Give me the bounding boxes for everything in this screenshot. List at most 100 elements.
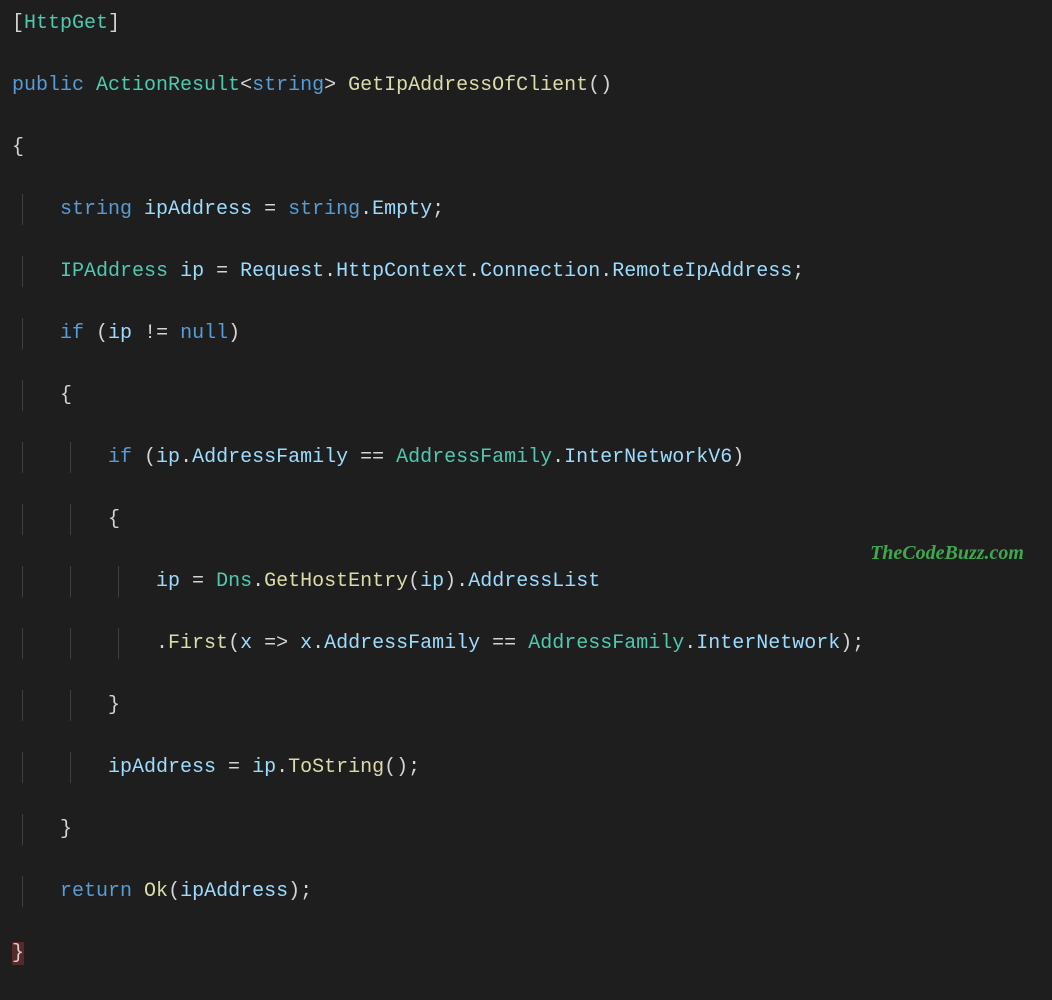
paren-close-semi: );: [288, 880, 312, 903]
watermark-text: TheCodeBuzz.com: [870, 538, 1024, 569]
var-ip: ip: [156, 446, 180, 469]
arg-ip: ip: [420, 570, 444, 593]
prop-remoteip: RemoteIpAddress: [612, 260, 792, 283]
string-kw: string: [288, 198, 360, 221]
angle-close: >: [324, 74, 336, 97]
keyword-public: public: [12, 74, 84, 97]
op-eq: =: [204, 260, 240, 283]
code-line: public ActionResult<string> GetIpAddress…: [12, 70, 1040, 101]
space: [132, 880, 144, 903]
paren-close: ): [228, 322, 240, 345]
op-eq: =: [180, 570, 216, 593]
paren-open: (: [228, 632, 240, 655]
keyword-if: if: [60, 322, 84, 345]
brace-close: }: [108, 694, 120, 717]
dot: .: [552, 446, 564, 469]
code-line: }: [12, 814, 1040, 845]
method-gethostentry: GetHostEntry: [264, 570, 408, 593]
prop-httpcontext: HttpContext: [336, 260, 468, 283]
dot: .: [360, 198, 372, 221]
code-line: return Ok(ipAddress);: [12, 876, 1040, 907]
enum-inet: InterNetwork: [696, 632, 840, 655]
semi: ;: [792, 260, 804, 283]
type-dns: Dns: [216, 570, 252, 593]
prop-addresslist: AddressList: [468, 570, 600, 593]
parens-semi: ();: [384, 756, 420, 779]
prop-connection: Connection: [480, 260, 600, 283]
var-ip: ip: [252, 756, 276, 779]
dot: .: [600, 260, 612, 283]
method-ok: Ok: [144, 880, 168, 903]
brace-open: {: [108, 508, 120, 531]
paren-close: ): [732, 446, 744, 469]
code-line: ip = Dns.GetHostEntry(ip).AddressList: [12, 566, 1040, 597]
dot: .: [684, 632, 696, 655]
paren-close-semi: );: [840, 632, 864, 655]
var-ip: ip: [108, 322, 132, 345]
prop-af: AddressFamily: [192, 446, 348, 469]
method-first: First: [168, 632, 228, 655]
arg-ipaddress: ipAddress: [180, 880, 288, 903]
generic-type: string: [252, 74, 324, 97]
code-line: if (ip.AddressFamily == AddressFamily.In…: [12, 442, 1040, 473]
var-x: x: [300, 632, 312, 655]
keyword-return: return: [60, 880, 132, 903]
keyword-null: null: [180, 322, 228, 345]
dot: .: [180, 446, 192, 469]
brace-close: }: [60, 818, 72, 841]
code-line: string ipAddress = string.Empty;: [12, 194, 1040, 225]
op-eq: =: [252, 198, 288, 221]
lambda-arrow: =>: [252, 632, 300, 655]
dot: .: [312, 632, 324, 655]
code-block: [HttpGet] public ActionResult<string> Ge…: [12, 8, 1040, 1000]
semi: ;: [432, 198, 444, 221]
code-line: }: [12, 690, 1040, 721]
code-line: .First(x => x.AddressFamily == AddressFa…: [12, 628, 1040, 659]
op-eqeq: ==: [480, 632, 528, 655]
op-eqeq: ==: [348, 446, 396, 469]
bracket-close: ]: [108, 12, 120, 35]
type-actionresult: ActionResult: [96, 74, 240, 97]
paren-open: (: [84, 322, 108, 345]
code-line: if (ip != null): [12, 318, 1040, 349]
paren-open: (: [408, 570, 420, 593]
method-name: GetIpAddressOfClient: [348, 74, 588, 97]
op-eq: =: [216, 756, 252, 779]
dot: .: [456, 570, 468, 593]
code-line: [HttpGet]: [12, 8, 1040, 39]
code-line: ipAddress = ip.ToString();: [12, 752, 1040, 783]
code-line: IPAddress ip = Request.HttpContext.Conne…: [12, 256, 1040, 287]
type-ipaddress: IPAddress: [60, 260, 168, 283]
paren-open: (: [168, 880, 180, 903]
dot: .: [468, 260, 480, 283]
dot: .: [324, 260, 336, 283]
prop-empty: Empty: [372, 198, 432, 221]
param-x: x: [240, 632, 252, 655]
op-neq: !=: [132, 322, 180, 345]
parens: (): [588, 74, 612, 97]
keyword-if: if: [108, 446, 132, 469]
var-ipaddress: ipAddress: [108, 756, 216, 779]
angle-open: <: [240, 74, 252, 97]
enum-af: AddressFamily: [528, 632, 684, 655]
enum-af: AddressFamily: [396, 446, 552, 469]
var-ip: ip: [156, 570, 180, 593]
code-line: {: [12, 504, 1040, 535]
keyword-string: string: [60, 198, 132, 221]
dot: .: [276, 756, 288, 779]
method-tostring: ToString: [288, 756, 384, 779]
dot: .: [156, 632, 168, 655]
brace-close-highlighted: }: [12, 942, 24, 965]
code-line: }: [12, 938, 1040, 969]
paren-close: ): [444, 570, 456, 593]
prop-request: Request: [240, 260, 324, 283]
brace-open: {: [12, 136, 24, 159]
enum-v6: InterNetworkV6: [564, 446, 732, 469]
dot: .: [252, 570, 264, 593]
attribute-name: HttpGet: [24, 12, 108, 35]
var-ipaddress: ipAddress: [144, 198, 252, 221]
bracket-open: [: [12, 12, 24, 35]
code-line: {: [12, 132, 1040, 163]
var-ip: ip: [180, 260, 204, 283]
brace-open: {: [60, 384, 72, 407]
